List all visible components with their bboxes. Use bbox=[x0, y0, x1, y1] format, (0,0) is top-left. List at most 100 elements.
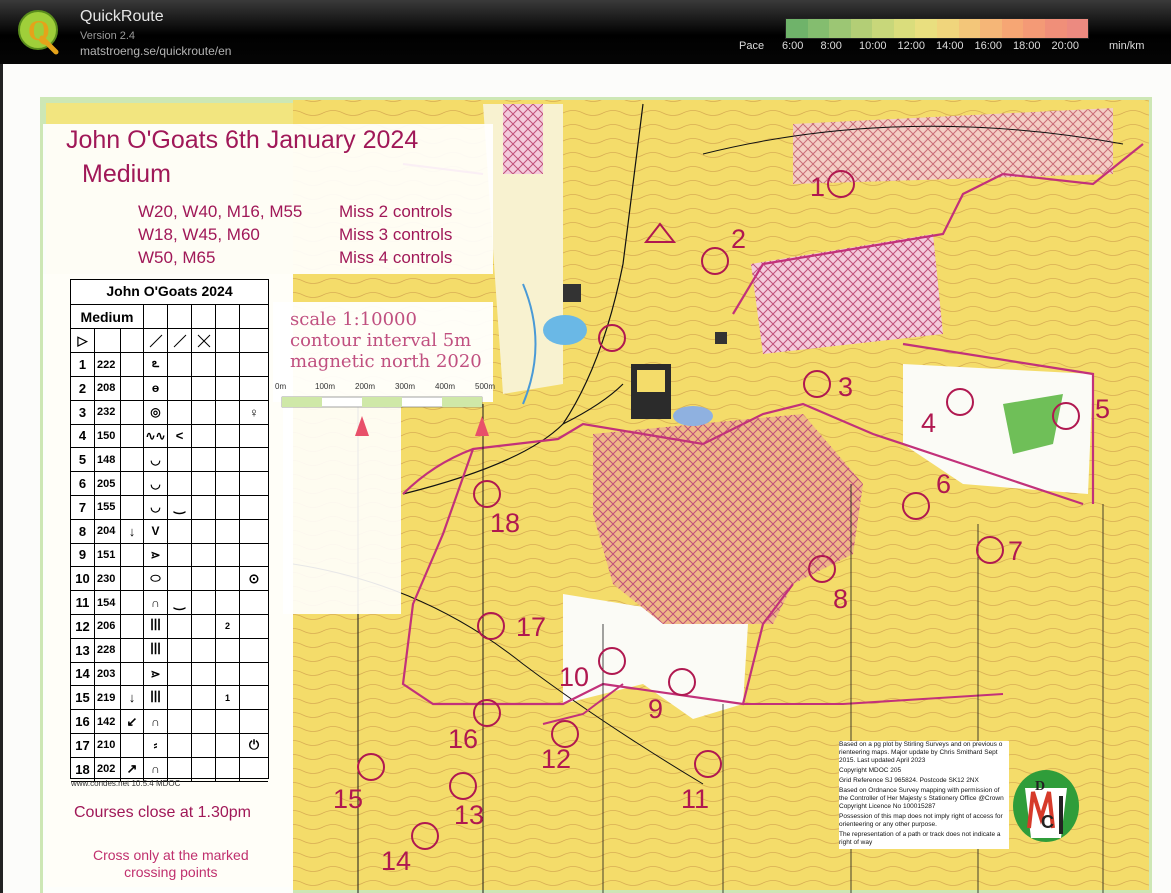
cd-header-cell bbox=[192, 305, 216, 328]
cd-cell-c3: ↗ bbox=[121, 757, 144, 781]
slash-icon bbox=[149, 334, 162, 347]
app-url[interactable]: matstroeng.se/quickroute/en bbox=[80, 44, 231, 58]
cd-cell-c4: V bbox=[144, 519, 168, 543]
cd-control-row: 16 142 ↙ ∩ bbox=[71, 710, 268, 734]
cd-cell-code: 142 bbox=[95, 710, 121, 733]
cd-control-row: 7 155 ◡ ‿ bbox=[71, 495, 268, 520]
cd-start-cell bbox=[95, 329, 121, 352]
cd-cell-num: 17 bbox=[71, 733, 95, 757]
svg-text:D: D bbox=[1035, 779, 1045, 794]
cd-control-row: 17 210 ⸗ ⏻ bbox=[71, 733, 268, 758]
cd-cell-c8: ⊙ bbox=[248, 570, 260, 586]
cd-cell-c7 bbox=[216, 376, 240, 400]
control-number-label: 10 bbox=[559, 662, 590, 692]
cd-control-row: 5 148 ◡ bbox=[71, 448, 268, 473]
cd-cell-c4: ꟾꟾꟾ bbox=[144, 638, 168, 662]
cd-cell-c5 bbox=[168, 519, 192, 543]
cd-cell-num: 6 bbox=[71, 472, 95, 495]
cd-control-row: 14 203 ⋗ bbox=[71, 662, 268, 687]
pace-color-segment bbox=[1044, 19, 1067, 38]
scale-tick-label: 400m bbox=[435, 382, 456, 391]
cd-cell-c4: ⸗ bbox=[144, 733, 168, 757]
class-rule-1: Miss 2 controls bbox=[339, 202, 453, 221]
pace-label: Pace bbox=[739, 40, 765, 52]
cd-cell-c7 bbox=[216, 448, 240, 472]
scale-tick-label: 300m bbox=[395, 382, 416, 391]
pace-color-segment bbox=[872, 19, 894, 38]
cd-cell-c3 bbox=[121, 424, 144, 448]
cd-cell-c3 bbox=[121, 495, 144, 519]
contour-line: contour interval 5m bbox=[290, 330, 472, 351]
pace-color-segment bbox=[786, 19, 808, 38]
cd-cell-num: 4 bbox=[71, 424, 95, 448]
cd-cell-c5 bbox=[168, 710, 192, 733]
cd-cell-c6 bbox=[192, 638, 216, 662]
cd-cell-c4: ⋗ bbox=[144, 662, 168, 686]
app-title: QuickRoute bbox=[80, 8, 164, 25]
cd-cell-c3 bbox=[121, 376, 144, 400]
cd-control-row: 6 205 ◡ bbox=[71, 472, 268, 496]
cd-cell-c3 bbox=[121, 472, 144, 495]
pace-color-segment bbox=[958, 19, 981, 38]
cd-cell-c6 bbox=[192, 686, 216, 710]
course-name: Medium bbox=[82, 160, 171, 188]
cross-icon bbox=[197, 334, 210, 347]
cd-cell-c7 bbox=[216, 353, 240, 376]
cd-cell-c7 bbox=[216, 424, 240, 448]
closing-note: Courses close at 1.30pm bbox=[74, 804, 251, 821]
map-canvas[interactable]: John O'Goats 6th January 2024 Medium W20… bbox=[0, 64, 1171, 893]
cd-cell-num: 16 bbox=[71, 710, 95, 733]
cd-cell-c3: ↓ bbox=[121, 519, 144, 543]
cd-cell-c4: ◡ bbox=[144, 495, 168, 519]
cd-cell-c8 bbox=[240, 377, 268, 400]
cd-cell-c3 bbox=[121, 400, 144, 424]
cd-cell-c3: ↙ bbox=[121, 710, 144, 733]
cd-start-cell bbox=[144, 329, 168, 352]
cd-cell-code: 232 bbox=[95, 400, 121, 424]
cd-header-cell bbox=[168, 305, 192, 328]
pace-tick-label: 10:00 bbox=[859, 40, 887, 52]
cd-cell-c4: ∩ bbox=[144, 757, 168, 781]
cd-control-row: 4 150 ∿∿ < bbox=[71, 424, 268, 449]
cd-cell-c6 bbox=[192, 567, 216, 591]
cd-cell-c6 bbox=[192, 353, 216, 376]
cd-cell-c7 bbox=[216, 757, 240, 781]
control-number-label: 14 bbox=[381, 846, 412, 876]
cd-cell-code: 203 bbox=[95, 662, 121, 686]
cd-cell-code: 208 bbox=[95, 376, 121, 400]
pace-color-scale bbox=[785, 18, 1089, 39]
cd-cell-c4: ∿∿ bbox=[144, 424, 168, 448]
cd-cell-num: 3 bbox=[71, 400, 95, 424]
cd-cell-c4: ఽ bbox=[144, 353, 168, 376]
cd-cell-c4: ◡ bbox=[144, 472, 168, 495]
cd-cell-c4: ꟾꟾꟾ bbox=[144, 614, 168, 638]
crossing-note-line-1: Cross only at the marked bbox=[93, 847, 249, 863]
app-version: Version 2.4 bbox=[80, 30, 136, 42]
cd-cell-c6 bbox=[192, 710, 216, 733]
cd-footer: www.condes.net 10.5.4 MDOC bbox=[71, 779, 181, 788]
cd-cell-c5 bbox=[168, 448, 192, 472]
cd-cell-c8 bbox=[240, 758, 268, 781]
credit-line: Based on Ordnance Survey mapping with pe… bbox=[839, 787, 1004, 810]
cd-cell-c4: ◡ bbox=[144, 448, 168, 472]
cd-cell-c6 bbox=[192, 400, 216, 424]
crossing-note-line-2: crossing points bbox=[124, 864, 218, 880]
cd-cell-c6 bbox=[192, 472, 216, 495]
cd-cell-code: 219 bbox=[95, 686, 121, 710]
cd-event-name: John O'Goats 2024 bbox=[106, 283, 233, 299]
control-number-label: 2 bbox=[731, 224, 747, 254]
pace-color-segment bbox=[915, 19, 938, 38]
cd-cell-c7 bbox=[216, 638, 240, 662]
cd-cell-c8 bbox=[240, 710, 268, 733]
control-number-label: 3 bbox=[838, 372, 854, 402]
cd-cell-c5 bbox=[168, 567, 192, 591]
cd-cell-c4: ◎ bbox=[144, 400, 168, 424]
cd-cell-c6 bbox=[192, 757, 216, 781]
cd-control-row: 10 230 ⬭ ⊙ bbox=[71, 567, 268, 592]
credit-line: Based on a pg plot by Stirling Surveys a… bbox=[839, 741, 1003, 764]
cd-cell-c8 bbox=[240, 520, 268, 543]
credit-line: The representation of a path or track do… bbox=[839, 831, 1001, 846]
cd-cell-c7 bbox=[216, 710, 240, 733]
pace-color-segment bbox=[1066, 19, 1089, 38]
cd-cell-num: 8 bbox=[71, 519, 95, 543]
